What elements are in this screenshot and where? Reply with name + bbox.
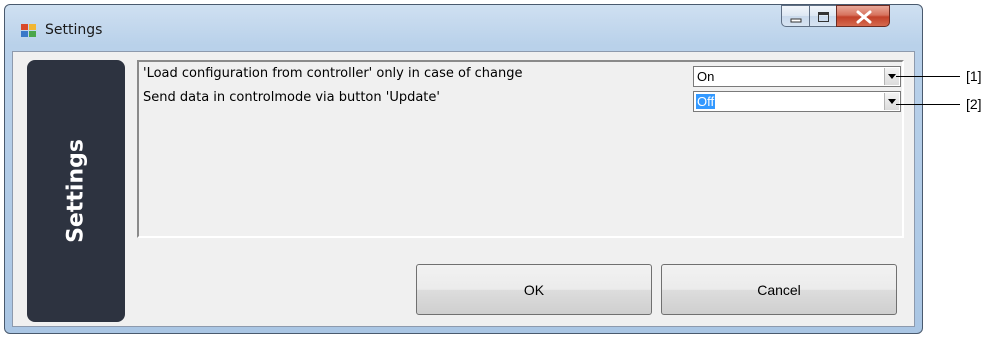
setting-label-send-data: Send data in controlmode via button 'Upd… xyxy=(143,90,440,105)
close-icon xyxy=(856,10,872,24)
setting-label-load-config: 'Load configuration from controller' onl… xyxy=(143,66,523,81)
chevron-down-icon xyxy=(888,74,896,79)
callout-label-2: [2] xyxy=(966,96,982,112)
minimize-icon xyxy=(790,18,802,23)
minimize-button[interactable] xyxy=(781,5,810,27)
ok-button[interactable]: OK xyxy=(416,264,652,315)
title-bar[interactable]: Settings xyxy=(5,5,922,49)
callout-line-2 xyxy=(896,104,960,105)
send-data-value: Off xyxy=(696,94,716,109)
load-config-value: On xyxy=(697,69,715,84)
dialog-client-area: Settings 'Load configuration from contro… xyxy=(12,51,915,327)
cancel-button[interactable]: Cancel xyxy=(661,264,897,315)
app-window-icon xyxy=(21,23,37,37)
window-title: Settings xyxy=(45,22,103,38)
chevron-down-icon xyxy=(888,99,896,104)
dropdown-arrow-button[interactable] xyxy=(884,93,899,110)
maximize-icon xyxy=(818,12,829,22)
close-button[interactable] xyxy=(836,5,890,27)
side-panel: Settings xyxy=(27,60,125,322)
load-config-select[interactable]: On xyxy=(693,66,901,87)
settings-panel: 'Load configuration from controller' onl… xyxy=(137,60,904,238)
side-panel-label: Settings xyxy=(63,139,89,243)
callout-label-1: [1] xyxy=(966,68,982,84)
maximize-button[interactable] xyxy=(809,5,837,27)
settings-window: Settings Settings 'Load configuration fr… xyxy=(4,4,923,334)
send-data-select[interactable]: Off xyxy=(693,91,901,112)
callout-line-1 xyxy=(896,76,960,77)
